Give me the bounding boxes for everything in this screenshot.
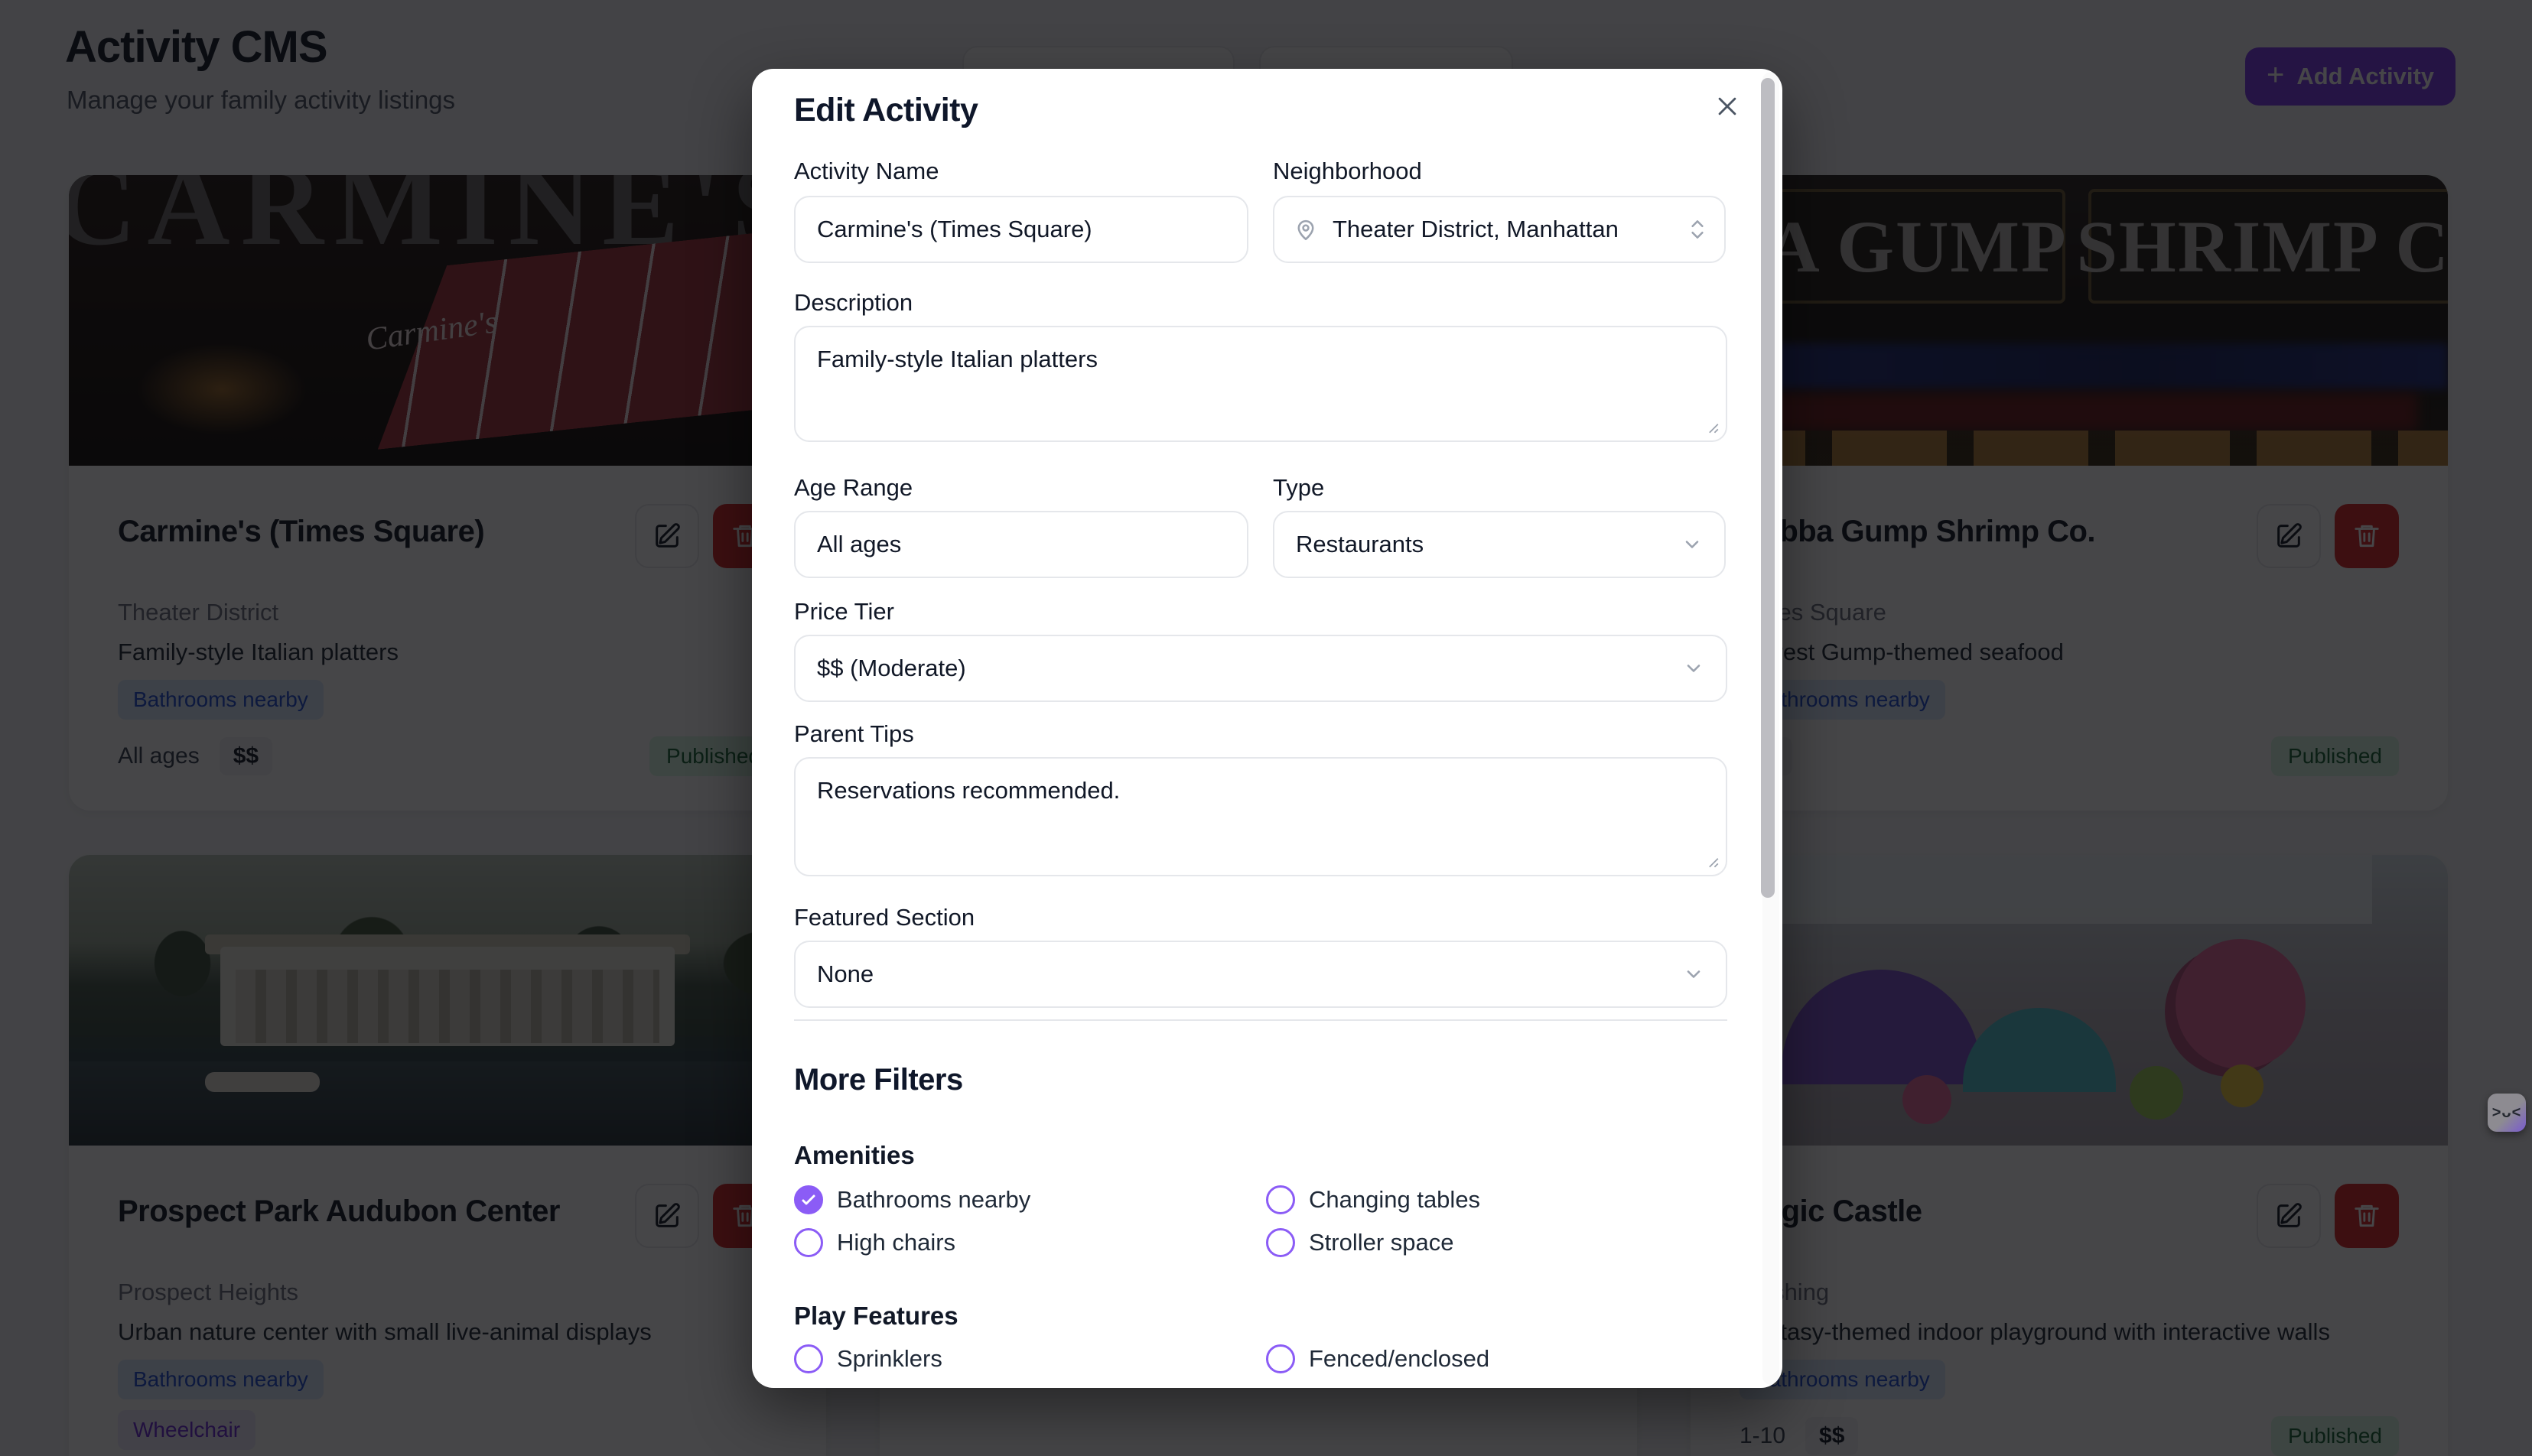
checked-circle-icon xyxy=(794,1185,823,1214)
description-label: Description xyxy=(794,289,913,317)
close-icon xyxy=(1714,93,1740,119)
modal-scrollbar-track[interactable] xyxy=(1762,72,1779,1385)
play-features-heading: Play Features xyxy=(794,1302,958,1331)
activity-name-input[interactable]: Carmine's (Times Square) xyxy=(794,196,1248,263)
close-button[interactable] xyxy=(1709,88,1746,125)
activity-name-label: Activity Name xyxy=(794,158,939,185)
price-tier-value: $$ (Moderate) xyxy=(817,655,966,682)
chevron-up-down-icon xyxy=(1687,216,1707,242)
option-label: Changing tables xyxy=(1309,1186,1480,1214)
amenity-option-changing-tables[interactable]: Changing tables xyxy=(1266,1185,1480,1214)
type-value: Restaurants xyxy=(1296,531,1424,558)
amenities-heading: Amenities xyxy=(794,1141,915,1170)
option-label: High chairs xyxy=(837,1229,955,1256)
kaomoji-face: >ᴗ< xyxy=(2492,1104,2522,1122)
chevron-down-icon xyxy=(1683,964,1704,985)
option-label: Bathrooms nearby xyxy=(837,1186,1030,1214)
type-select[interactable]: Restaurants xyxy=(1273,511,1726,578)
description-value: Family-style Italian platters xyxy=(817,346,1098,373)
neighborhood-select[interactable]: Theater District, Manhattan xyxy=(1273,196,1726,263)
neighborhood-label: Neighborhood xyxy=(1273,158,1422,185)
unchecked-circle-icon xyxy=(1266,1344,1295,1373)
unchecked-circle-icon xyxy=(1266,1185,1295,1214)
play-option-fenced-enclosed[interactable]: Fenced/enclosed xyxy=(1266,1344,1489,1373)
floating-helper-widget[interactable]: >ᴗ< xyxy=(2488,1094,2526,1132)
unchecked-circle-icon xyxy=(794,1228,823,1257)
parent-tips-textarea[interactable]: Reservations recommended. xyxy=(794,757,1727,876)
edit-activity-modal: Edit Activity Activity Name Carmine's (T… xyxy=(752,69,1782,1388)
unchecked-circle-icon xyxy=(1266,1228,1295,1257)
section-divider xyxy=(794,1019,1727,1021)
age-range-label: Age Range xyxy=(794,474,913,502)
featured-section-select[interactable]: None xyxy=(794,941,1727,1008)
resize-handle-icon[interactable] xyxy=(1703,852,1720,869)
chevron-down-icon xyxy=(1681,534,1703,555)
neighborhood-value: Theater District, Manhattan xyxy=(1333,216,1619,243)
map-pin-icon xyxy=(1293,216,1319,242)
activity-name-value: Carmine's (Times Square) xyxy=(817,216,1092,243)
featured-section-value: None xyxy=(817,960,874,988)
price-tier-label: Price Tier xyxy=(794,598,894,626)
modal-scrollbar-thumb[interactable] xyxy=(1761,78,1775,898)
featured-section-label: Featured Section xyxy=(794,904,975,931)
amenity-option-bathrooms-nearby[interactable]: Bathrooms nearby xyxy=(794,1185,1030,1214)
description-textarea[interactable]: Family-style Italian platters xyxy=(794,326,1727,442)
modal-title: Edit Activity xyxy=(794,92,978,129)
more-filters-heading: More Filters xyxy=(794,1063,963,1097)
resize-handle-icon[interactable] xyxy=(1703,418,1720,434)
option-label: Fenced/enclosed xyxy=(1309,1345,1489,1373)
chevron-down-icon xyxy=(1683,658,1704,679)
parent-tips-value: Reservations recommended. xyxy=(817,777,1120,804)
type-label: Type xyxy=(1273,474,1324,502)
age-range-value: All ages xyxy=(817,531,901,558)
option-label: Sprinklers xyxy=(837,1345,942,1373)
amenity-option-stroller-space[interactable]: Stroller space xyxy=(1266,1228,1454,1257)
option-label: Stroller space xyxy=(1309,1229,1454,1256)
age-range-input[interactable]: All ages xyxy=(794,511,1248,578)
parent-tips-label: Parent Tips xyxy=(794,720,914,748)
amenity-option-high-chairs[interactable]: High chairs xyxy=(794,1228,955,1257)
price-tier-select[interactable]: $$ (Moderate) xyxy=(794,635,1727,702)
unchecked-circle-icon xyxy=(794,1344,823,1373)
play-option-sprinklers[interactable]: Sprinklers xyxy=(794,1344,942,1373)
